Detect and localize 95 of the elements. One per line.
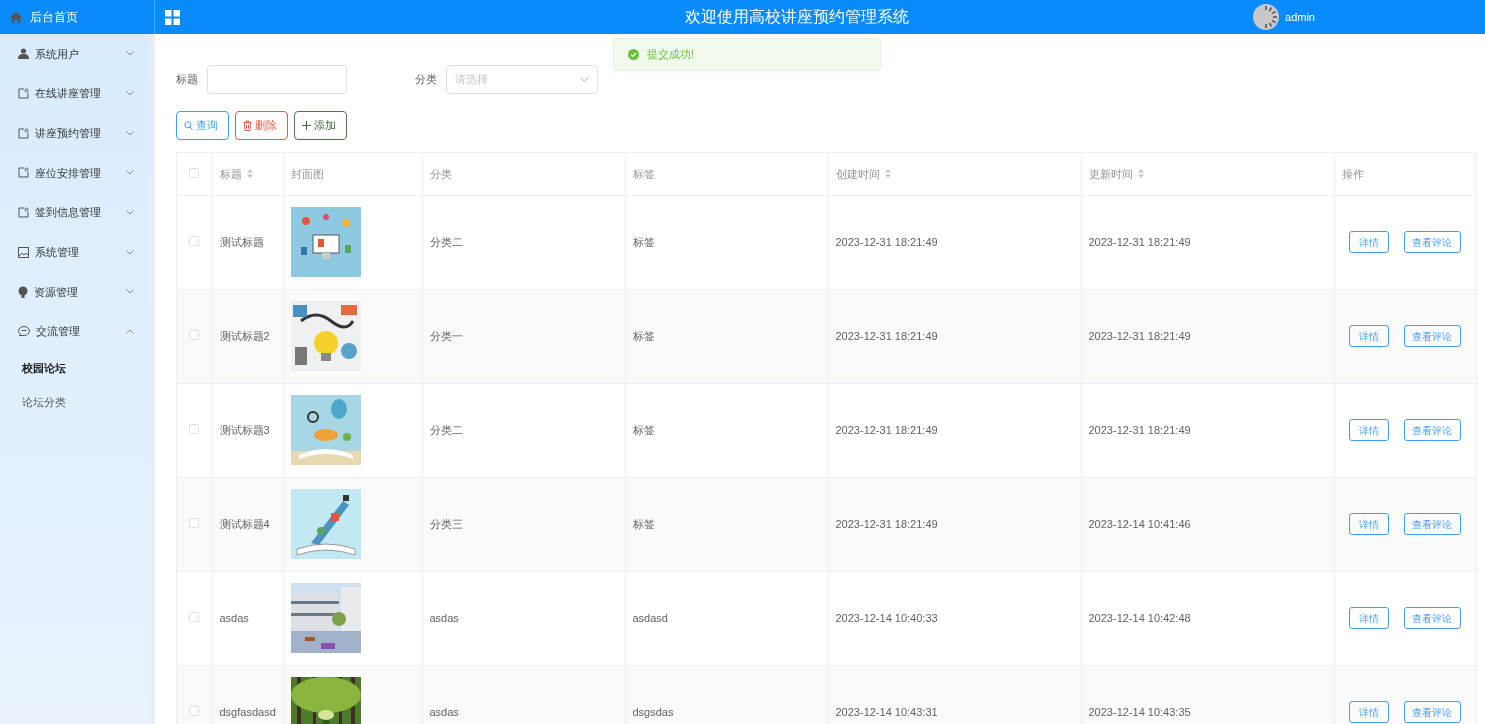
column-header: 封面图 — [290, 166, 324, 182]
menu-item[interactable]: 座位安排管理 — [0, 153, 150, 193]
comments-button[interactable]: 查看评论 — [1403, 231, 1461, 253]
column-header[interactable]: 标题 — [219, 165, 253, 182]
menu-item[interactable]: 系统管理 — [0, 232, 150, 273]
check-circle-icon — [628, 49, 639, 60]
sort-icon[interactable] — [1137, 169, 1144, 179]
table-cell: dsgsdas — [632, 705, 674, 718]
checkbox[interactable] — [189, 235, 200, 246]
chevron-icon — [580, 76, 589, 82]
table-cell: asdasd — [632, 611, 668, 624]
home-link[interactable]: 后台首页 — [30, 8, 78, 26]
chat-icon — [18, 326, 30, 338]
comments-button[interactable]: 查看评论 — [1403, 419, 1461, 441]
table-cell: asdas — [429, 611, 459, 624]
table-cell: 测试标题 — [219, 235, 264, 248]
details-button[interactable]: 详情 — [1348, 513, 1389, 535]
table-cell: 测试标题3 — [219, 423, 270, 436]
menu-item[interactable]: 签到信息管理 — [0, 192, 150, 233]
table-cell: 2023-12-14 10:40:33 — [835, 611, 938, 624]
document-icon — [18, 127, 29, 139]
column-header: 操作 — [1341, 166, 1364, 182]
text-input-field[interactable] — [207, 64, 347, 94]
field-label: 标题 — [176, 71, 198, 87]
table-cell: asdas — [219, 611, 249, 624]
table-cell: 2023-12-31 18:21:49 — [835, 423, 938, 436]
table-cell: 2023-12-31 18:21:49 — [1088, 329, 1191, 342]
table-cell: 2023-12-14 10:42:48 — [1088, 611, 1191, 624]
table-cell: 2023-12-31 18:21:49 — [1088, 235, 1191, 248]
submenu-item[interactable]: 论坛分类 — [0, 385, 150, 420]
table-cell: 分类三 — [429, 517, 463, 530]
trash-icon — [243, 120, 252, 131]
delete-button[interactable]: 删除 — [235, 111, 288, 140]
table-cell: 分类一 — [429, 329, 463, 342]
table-cell: 2023-12-14 10:43:35 — [1088, 705, 1191, 718]
details-button[interactable]: 详情 — [1348, 701, 1389, 723]
menu-item[interactable]: 系统用户 — [0, 34, 150, 74]
checkbox[interactable] — [189, 705, 200, 716]
table-cell: 标签 — [632, 235, 655, 248]
add-button[interactable]: 添加 — [294, 111, 347, 140]
document-icon — [18, 167, 29, 179]
table-cell: 标签 — [632, 329, 655, 342]
menu-item[interactable]: 在线讲座管理 — [0, 73, 150, 114]
table-cell: 分类二 — [429, 235, 463, 248]
menu-item[interactable]: 讲座预约管理 — [0, 113, 150, 154]
table-cell: 2023-12-31 18:21:49 — [835, 329, 938, 342]
image-icon — [18, 246, 29, 258]
grid-menu-icon[interactable] — [165, 9, 180, 25]
search-icon — [184, 121, 193, 130]
column-header: 标签 — [632, 166, 655, 182]
success-toast: 提交成功! — [613, 38, 881, 71]
details-button[interactable]: 详情 — [1348, 325, 1389, 347]
table-cell: 测试标题2 — [219, 329, 270, 342]
table-cell: 标签 — [632, 423, 655, 436]
table-cell: 2023-12-31 18:21:49 — [835, 517, 938, 530]
search-button[interactable]: 查询 — [176, 111, 229, 140]
sort-icon[interactable] — [246, 169, 253, 179]
plus-icon — [302, 121, 311, 130]
lightbulb-icon — [18, 285, 28, 298]
username[interactable]: admin — [1285, 8, 1315, 26]
user-icon — [18, 48, 29, 60]
checkbox[interactable] — [189, 611, 200, 622]
checkbox[interactable] — [189, 423, 200, 434]
table-cell: 2023-12-14 10:41:46 — [1088, 517, 1191, 530]
menu-item[interactable]: 资源管理 — [0, 272, 150, 312]
avatar-icon[interactable] — [1253, 4, 1280, 30]
comments-button[interactable]: 查看评论 — [1403, 325, 1461, 347]
details-button[interactable]: 详情 — [1348, 607, 1389, 629]
comments-button[interactable]: 查看评论 — [1403, 513, 1461, 535]
table-cell: 2023-12-31 18:21:49 — [1088, 423, 1191, 436]
table-cell: 分类二 — [429, 423, 463, 436]
document-icon — [18, 207, 29, 219]
column-header: 分类 — [429, 166, 452, 182]
checkbox[interactable] — [189, 167, 200, 178]
table-cell: asdas — [429, 705, 459, 718]
field-label: 分类 — [415, 71, 437, 87]
comments-button[interactable]: 查看评论 — [1403, 607, 1461, 629]
document-icon — [18, 88, 29, 100]
table-cell: 2023-12-31 18:21:49 — [835, 235, 938, 248]
details-button[interactable]: 详情 — [1348, 231, 1389, 253]
comments-button[interactable]: 查看评论 — [1403, 701, 1461, 723]
home-icon — [10, 11, 22, 23]
table-cell: 标签 — [632, 517, 655, 530]
column-header[interactable]: 更新时间 — [1088, 165, 1144, 182]
table-cell: 测试标题4 — [219, 517, 270, 530]
checkbox[interactable] — [189, 329, 200, 340]
details-button[interactable]: 详情 — [1348, 419, 1389, 441]
column-header[interactable]: 创建时间 — [835, 165, 891, 182]
submenu-item[interactable]: 校园论坛 — [0, 351, 150, 386]
table-cell: dsgfasdasd — [219, 705, 276, 718]
sort-icon[interactable] — [884, 169, 891, 179]
app-title: 欢迎使用高校讲座预约管理系统 — [684, 7, 909, 27]
table-cell: 2023-12-14 10:43:31 — [835, 705, 938, 718]
checkbox[interactable] — [189, 517, 200, 528]
menu-item[interactable]: 交流管理 — [0, 311, 150, 352]
